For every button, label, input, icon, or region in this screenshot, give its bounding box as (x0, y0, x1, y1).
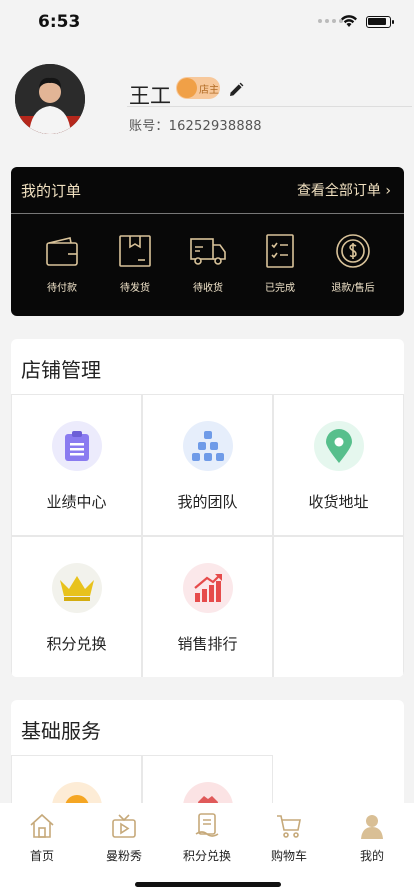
tab-home[interactable]: 首页 (2, 813, 82, 864)
tab-cart[interactable]: 购物车 (249, 813, 329, 864)
orders-panel: 我的订单 查看全部订单 › 待付款 待发货 待收货 已完成 退款/售后 (11, 167, 404, 316)
order-refund[interactable]: 退款/售后 (317, 233, 389, 294)
tab-mine[interactable]: 我的 (332, 813, 412, 864)
order-pending-shipment[interactable]: 待发货 (99, 233, 171, 294)
tab-label: 我的 (359, 849, 384, 863)
grid-item-label: 我的团队 (177, 493, 238, 511)
order-item-label: 待付款 (47, 283, 77, 294)
order-completed[interactable]: 已完成 (244, 233, 316, 294)
tab-label: 积分兑换 (182, 849, 231, 863)
clipboard-icon (52, 421, 102, 471)
name-divider (127, 106, 412, 107)
grid-item-label: 销售排行 (177, 635, 238, 653)
crown-icon (52, 563, 102, 613)
grid-item-address[interactable]: 收货地址 (273, 394, 404, 536)
home-icon (30, 813, 54, 838)
team-icon (183, 421, 233, 471)
account-number: 账号：16252938888 (129, 119, 262, 134)
section-title: 基础服务 (21, 719, 101, 743)
battery-icon (366, 16, 394, 28)
pencil-icon[interactable] (228, 82, 244, 98)
order-item-label: 待发货 (120, 283, 150, 294)
avatar[interactable] (15, 64, 85, 134)
store-management-card: 店铺管理 业绩中心 我的团队 收货地址 积分兑换 销售排行 (11, 339, 404, 677)
checklist-icon (266, 234, 294, 268)
tab-label: 购物车 (270, 849, 307, 863)
grid-item-label: 业绩中心 (46, 493, 107, 511)
cart-icon (277, 815, 301, 838)
profile-header: 王工 店主 账号：16252938888 (0, 44, 414, 164)
view-all-orders-link[interactable]: 查看全部订单 › (297, 180, 391, 200)
grid-item-label: 积分兑换 (46, 635, 107, 653)
grid-item-empty (273, 536, 404, 677)
wallet-icon (46, 237, 78, 266)
badge-label: 店主 (199, 84, 219, 96)
grid-item-sales-rank[interactable]: 销售排行 (142, 536, 273, 677)
order-item-label: 待收货 (193, 283, 223, 294)
orders-divider (11, 213, 404, 214)
section-title: 店铺管理 (21, 358, 101, 382)
grid-item-label: 收货地址 (308, 493, 369, 511)
order-pending-payment[interactable]: 待付款 (26, 233, 98, 294)
home-indicator (135, 882, 281, 887)
tab-label: 首页 (29, 849, 54, 863)
grid-item-team[interactable]: 我的团队 (142, 394, 273, 536)
tv-play-icon (112, 814, 136, 838)
status-badge: 店主 (176, 77, 220, 99)
location-pin-icon (314, 421, 364, 471)
truck-icon (190, 238, 226, 265)
order-item-label: 退款/售后 (331, 283, 375, 294)
grid-item-performance[interactable]: 业绩中心 (11, 394, 142, 536)
order-item-label: 已完成 (265, 283, 295, 294)
tab-points[interactable]: 积分兑换 (167, 813, 247, 864)
status-bar: 6:53 (0, 0, 414, 44)
coin-icon (177, 78, 197, 98)
tab-label: 曼粉秀 (105, 849, 142, 863)
grid-item-points[interactable]: 积分兑换 (11, 536, 142, 677)
trending-chart-icon (183, 563, 233, 613)
wifi-icon (341, 15, 357, 27)
refund-icon (336, 234, 370, 268)
orders-title: 我的订单 (21, 182, 82, 200)
points-icon (195, 813, 219, 837)
user-icon (361, 815, 383, 839)
status-time: 6:53 (38, 12, 81, 32)
tab-show[interactable]: 曼粉秀 (84, 813, 164, 864)
order-pending-receipt[interactable]: 待收货 (172, 233, 244, 294)
package-icon (119, 235, 151, 267)
